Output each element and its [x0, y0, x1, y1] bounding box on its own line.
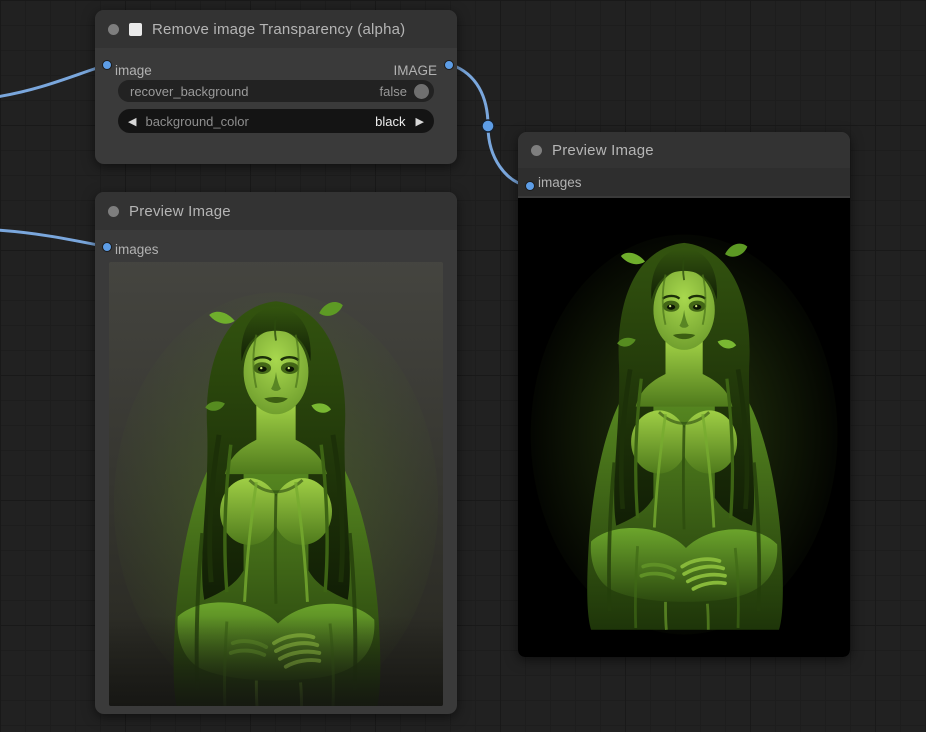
widget-value: black [375, 114, 405, 129]
link-midpoint-dot[interactable] [482, 120, 494, 132]
node-title: Remove image Transparency (alpha) [152, 21, 405, 38]
input-slot-image[interactable] [102, 60, 112, 70]
preview-image [518, 198, 850, 657]
combo-right-arrow-icon[interactable]: ▶ [416, 115, 424, 128]
widget-value: false [380, 84, 407, 99]
node-title-bar[interactable]: Preview Image [518, 132, 850, 168]
output-slot-image[interactable] [444, 60, 454, 70]
node-collapse-dot-icon[interactable] [531, 145, 542, 156]
toggle-knob-icon[interactable] [414, 84, 429, 99]
node-preview-image-right[interactable]: Preview Image images [518, 132, 850, 657]
node-title: Preview Image [129, 203, 231, 220]
widget-label: background_color [145, 114, 375, 129]
link-wire-image-to-preview [452, 65, 528, 186]
node-title-bar[interactable]: Remove image Transparency (alpha) [95, 10, 457, 48]
input-slot-images[interactable] [525, 181, 535, 191]
input-slot-images[interactable] [102, 242, 112, 252]
node-title: Preview Image [552, 142, 654, 159]
node-remove-image-transparency[interactable]: Remove image Transparency (alpha) image … [95, 10, 457, 164]
widget-label: recover_background [130, 84, 380, 99]
preview-box-icon[interactable] [129, 23, 142, 36]
combo-left-arrow-icon[interactable]: ◀ [128, 115, 136, 128]
node-title-bar[interactable]: Preview Image [95, 192, 457, 230]
link-wire-left-to-image [0, 66, 103, 97]
node-collapse-dot-icon[interactable] [108, 24, 119, 35]
input-slot-label-image: image [115, 63, 152, 78]
widget-background-color[interactable]: ◀ background_color black ▶ [118, 109, 434, 133]
node-collapse-dot-icon[interactable] [108, 206, 119, 217]
preview-image [109, 262, 443, 706]
input-slot-label-images: images [115, 242, 159, 257]
output-slot-label-image: IMAGE [393, 63, 437, 78]
input-slot-label-images: images [538, 175, 582, 190]
node-preview-image-left[interactable]: Preview Image images [95, 192, 457, 714]
node-graph-canvas[interactable]: Remove image Transparency (alpha) image … [0, 0, 926, 732]
widget-recover-background[interactable]: recover_background false [118, 80, 434, 102]
link-wire-left-to-images [0, 230, 103, 246]
